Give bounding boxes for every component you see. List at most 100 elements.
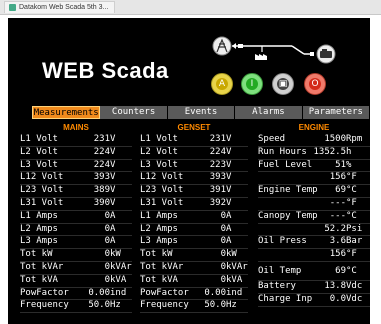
engine-row: Fuel Level 51% [258, 160, 370, 173]
mains-row-unit: kVAr [110, 261, 132, 272]
genset-row-value: 50.0 [204, 300, 226, 311]
genset-row: L1 Volt 231 V [140, 134, 248, 147]
engine-row-unit: Vdc [346, 280, 363, 291]
genset-row: Tot kVA 0 kVA [140, 275, 248, 288]
engine-row-label: Canopy Temp [258, 210, 318, 221]
mains-row-unit: A [110, 223, 116, 234]
engine-row-value: 52.2 [324, 223, 346, 234]
genset-row-unit: V [226, 172, 232, 183]
genset-row: L2 Volt 224 V [140, 147, 248, 160]
mains-row-label: PowFactor [20, 287, 69, 298]
tab-alarms[interactable]: Alarms [235, 106, 303, 119]
mains-breaker-arrow-icon [232, 43, 243, 49]
engine-row-unit: °F [346, 249, 357, 260]
single-line-diagram [212, 36, 336, 64]
auto-icon: A [216, 78, 228, 90]
mains-row-unit: V [110, 146, 116, 157]
mains-row-label: L1 Amps [20, 210, 58, 221]
genset-row-unit: A [226, 236, 232, 247]
genset-column: GENSET L1 Volt 231 V L2 Volt 224 V L3 Volt 223 V… [140, 122, 248, 314]
mains-column: MAINS L1 Volt 231 V L2 Volt 224 V L3 Volt 224 V L… [20, 122, 132, 314]
engine-row: Run Hours 1352.5 h [258, 147, 370, 160]
engine-row-value: 51 [335, 159, 346, 170]
mains-row-label: Tot kVAr [20, 261, 64, 272]
stop-icon: O [309, 78, 321, 90]
start-button[interactable]: I [241, 73, 263, 95]
mains-row-label: L12 Volt [20, 172, 64, 183]
genset-row-unit: V [226, 185, 232, 196]
genset-row-label: Tot kVA [140, 274, 178, 285]
engine-row-value: 1352.5 [313, 146, 346, 157]
engine-row-unit: °C [346, 265, 357, 276]
tab-counters[interactable]: Counters [100, 106, 168, 119]
browser-tab[interactable]: Datakom Web Scada 5th 3... [4, 1, 116, 13]
genset-row-label: Tot kVAr [140, 261, 184, 272]
mains-row-label: L3 Amps [20, 236, 58, 247]
mains-row: Tot kVA 0 kVA [20, 275, 132, 288]
genset-row-unit: V [226, 197, 232, 208]
manual-mode-button[interactable]: ▣ [272, 73, 294, 95]
genset-row-unit: Hz [226, 300, 237, 311]
mains-row: L31 Volt 390 V [20, 198, 132, 211]
mains-row-unit: V [110, 197, 116, 208]
engine-row-value: 3.6 [329, 236, 346, 247]
engine-row-value: 13.8 [324, 280, 346, 291]
engine-row-value: --- [329, 197, 346, 208]
auto-mode-button[interactable]: A [211, 73, 233, 95]
engine-row-unit: Vdc [346, 293, 363, 304]
engine-row-unit: Bar [346, 236, 363, 247]
tab-parameters[interactable]: Parameters [302, 106, 371, 119]
mains-row: L2 Amps 0 A [20, 224, 132, 237]
mains-row-label: Tot kVA [20, 274, 58, 285]
engine-row: 52.2 Psi [258, 224, 370, 237]
engine-row: Speed 1500 Rpm [258, 134, 370, 147]
engine-row-unit: °F [346, 172, 357, 183]
mains-row-value: 224 [93, 146, 110, 157]
genset-row-unit: A [226, 210, 232, 221]
genset-row-unit: A [226, 223, 232, 234]
mains-row-unit: kVA [110, 274, 127, 285]
engine-row-label: Fuel Level [258, 159, 313, 170]
genset-row-unit: ind [226, 287, 243, 298]
genset-row-label: PowFactor [140, 287, 189, 298]
engine-row-label: Oil Press [258, 236, 307, 247]
genset-row: L31 Volt 392 V [140, 198, 248, 211]
nav-tabs: Measurements Counters Events Alarms Para… [32, 106, 371, 119]
load-factory-icon [255, 46, 267, 60]
engine-row: Engine Temp 69 °C [258, 185, 370, 198]
mains-row-label: L1 Volt [20, 134, 58, 144]
mains-row-unit: V [110, 172, 116, 183]
genset-row: L1 Amps 0 A [140, 211, 248, 224]
genset-row-label: L3 Amps [140, 236, 178, 247]
engine-row: Charge Inp 0.0 Vdc [258, 294, 370, 307]
genset-row-unit: V [226, 134, 232, 144]
mains-row: Tot kW 0 kW [20, 249, 132, 262]
genset-row-label: L1 Amps [140, 210, 178, 221]
app-title: WEB Scada [42, 58, 169, 83]
mains-row-value: 390 [93, 197, 110, 208]
genset-row: Frequency 50.0 Hz [140, 300, 248, 314]
engine-row-unit: % [346, 159, 352, 170]
engine-row-unit: °F [346, 197, 357, 208]
mains-row-label: L2 Amps [20, 223, 58, 234]
manual-icon: ▣ [277, 78, 289, 90]
engine-row-label: Speed [258, 134, 286, 144]
mains-row-label: L2 Volt [20, 146, 58, 157]
engine-row: Battery 13.8 Vdc [258, 281, 370, 294]
genset-row: PowFactor 0.00 ind [140, 288, 248, 301]
stop-button[interactable]: O [304, 73, 326, 95]
tab-events[interactable]: Events [167, 106, 236, 119]
engine-row-label: Engine Temp [258, 185, 318, 196]
mains-row-value: 0.00 [88, 287, 110, 298]
genset-row: L3 Volt 223 V [140, 160, 248, 173]
genset-row-label: L12 Volt [140, 172, 184, 183]
genset-row-unit: kW [226, 249, 237, 260]
mains-row-label: L31 Volt [20, 197, 64, 208]
mains-row-value: 224 [93, 159, 110, 170]
engine-row-unit: Rpm [346, 134, 363, 144]
mains-row-unit: V [110, 159, 116, 170]
engine-row-value: 1500 [324, 134, 346, 144]
engine-row-value: 0.0 [329, 293, 346, 304]
tab-measurements[interactable]: Measurements [32, 106, 101, 119]
mains-row-value: 50.0 [88, 300, 110, 311]
